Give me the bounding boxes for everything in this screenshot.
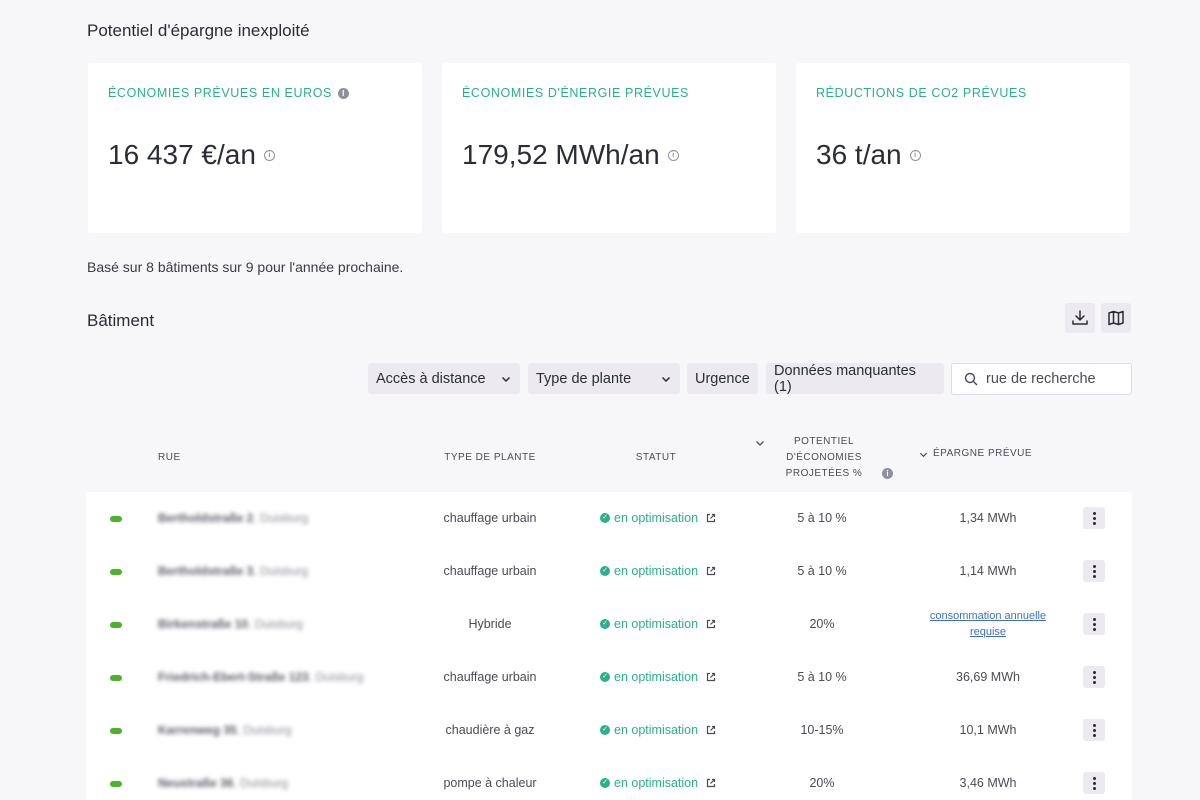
status-cell[interactable]: ✓ en optimisation [600,776,716,790]
header-street[interactable]: RUE [158,450,181,466]
saving-cell: 36,69 MWh [956,670,1020,684]
card-value: 179,52 MWh/an i [462,139,679,171]
external-link-icon [706,672,716,682]
row-menu-button[interactable] [1083,507,1105,529]
street-cell[interactable]: Birkenstraße 10, Duisburg [158,617,303,631]
info-icon[interactable]: i [882,468,893,479]
status-cell[interactable]: ✓ en optimisation [600,670,716,684]
plant-cell: pompe à chaleur [443,776,537,790]
filter-missing-data[interactable]: Données manquantes (1) [766,363,944,395]
card-label: ÉCONOMIES PRÉVUES EN EUROS i [108,86,349,100]
table-row[interactable]: Friedrich-Ebert-Straße 123, Duisburg cha… [86,651,1132,704]
street-cell[interactable]: Bertholdstraße 2, Duisburg [158,511,308,525]
external-link-icon [706,566,716,576]
plant-cell: chauffage urbain [443,670,537,684]
status-dot [110,516,122,522]
external-link-icon [706,725,716,735]
info-icon[interactable]: i [263,149,275,161]
card-label: ÉCONOMIES D'ÉNERGIE PRÉVUES [462,86,689,100]
download-button[interactable] [1065,303,1095,333]
info-icon[interactable]: i [667,149,679,161]
status-cell[interactable]: ✓ en optimisation [600,564,716,578]
search-icon [964,372,978,386]
info-icon[interactable]: i [909,149,921,161]
potential-cell: 5 à 10 % [797,670,847,684]
status-cell[interactable]: ✓ en optimisation [600,723,716,737]
table-body: Bertholdstraße 2, Duisburg chauffage urb… [86,492,1132,800]
info-icon[interactable]: i [337,87,349,99]
card-euro-savings: ÉCONOMIES PRÉVUES EN EUROS i 16 437 €/an… [88,63,422,233]
card-value: 36 t/an i [816,139,921,171]
status-cell[interactable]: ✓ en optimisation [600,617,716,631]
street-cell[interactable]: Friedrich-Ebert-Straße 123, Duisburg [158,670,363,684]
table-row[interactable]: Birkenstraße 10, Duisburg Hybride ✓ en o… [86,598,1132,651]
check-circle-icon: ✓ [600,513,610,523]
status-dot [110,622,122,628]
status-cell[interactable]: ✓ en optimisation [600,511,716,525]
table-row[interactable]: Karrenweg 35, Duisburg chaudière à gaz ✓… [86,704,1132,757]
row-menu-button[interactable] [1083,613,1105,635]
plant-cell: chauffage urbain [443,564,537,578]
table-row[interactable]: Bertholdstraße 3, Duisburg chauffage urb… [86,545,1132,598]
sort-chevron-icon [919,452,928,457]
filter-remote-access[interactable]: Accès à distance [368,363,520,394]
download-icon [1072,310,1088,325]
row-menu-button[interactable] [1083,666,1105,688]
check-circle-icon: ✓ [600,725,610,735]
potential-cell: 20% [809,776,835,790]
card-value: 16 437 €/an i [108,139,275,171]
card-energy-savings: ÉCONOMIES D'ÉNERGIE PRÉVUES 179,52 MWh/a… [442,63,776,233]
external-link-icon [706,619,716,629]
header-potential[interactable]: POTENTIEL D'ÉCONOMIES PROJETÉES % [774,434,874,482]
check-circle-icon: ✓ [600,566,610,576]
table-row[interactable]: Bertholdstraße 2, Duisburg chauffage urb… [86,492,1132,545]
chevron-down-icon [661,376,671,382]
check-circle-icon: ✓ [600,672,610,682]
map-icon [1108,310,1124,326]
header-plant-type[interactable]: TYPE DE PLANTE [430,450,550,466]
header-saving[interactable]: ÉPARGNE PRÉVUE [918,446,1032,462]
check-circle-icon: ✓ [600,619,610,629]
sort-chevron-icon[interactable] [754,437,766,449]
saving-cell: 1,14 MWh [959,564,1017,578]
potential-cell: 5 à 10 % [797,511,847,525]
street-cell[interactable]: Bertholdstraße 3, Duisburg [158,564,308,578]
header-status[interactable]: STATUT [616,450,696,466]
plant-cell: chaudière à gaz [445,723,535,737]
table-row[interactable]: Neustraße 36, Duisburg pompe à chaleur ✓… [86,757,1132,800]
saving-cell: 1,34 MWh [959,511,1017,525]
section-title: Potentiel d'épargne inexploité [87,21,310,40]
based-on-text: Basé sur 8 bâtiments sur 9 pour l'année … [87,259,404,275]
annual-consumption-link[interactable]: consommation annuelle requise [914,608,1062,640]
search-input[interactable] [986,371,1116,387]
plant-cell: chauffage urbain [443,511,537,525]
status-dot [110,728,122,734]
plant-cell: Hybride [468,617,512,631]
potential-cell: 5 à 10 % [797,564,847,578]
external-link-icon [706,778,716,788]
search-field[interactable] [951,363,1132,395]
street-cell[interactable]: Neustraße 36, Duisburg [158,776,288,790]
filter-plant-type[interactable]: Type de plante [528,363,680,394]
row-menu-button[interactable] [1083,719,1105,741]
row-menu-button[interactable] [1083,772,1105,794]
external-link-icon [706,513,716,523]
saving-cell: 10,1 MWh [959,723,1017,737]
status-dot [110,781,122,787]
card-co2-reductions: RÉDUCTIONS DE CO2 PRÉVUES 36 t/an i [796,63,1130,233]
batiment-title: Bâtiment [87,311,155,330]
check-circle-icon: ✓ [600,778,610,788]
potential-cell: 10-15% [800,723,844,737]
potential-cell: 20% [809,617,835,631]
map-button[interactable] [1101,303,1131,333]
street-cell[interactable]: Karrenweg 35, Duisburg [158,723,291,737]
row-menu-button[interactable] [1083,560,1105,582]
chevron-down-icon [501,376,511,382]
filter-urgency[interactable]: Urgence [687,363,758,394]
saving-cell: 3,46 MWh [959,776,1017,790]
status-dot [110,675,122,681]
status-dot [110,569,122,575]
card-label: RÉDUCTIONS DE CO2 PRÉVUES [816,86,1027,100]
